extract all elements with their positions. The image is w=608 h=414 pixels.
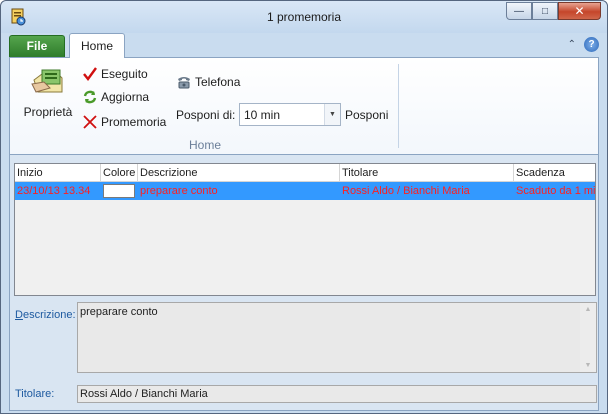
- cell-descrizione: preparare conto: [140, 185, 218, 197]
- close-icon[interactable]: ✕: [558, 2, 601, 20]
- posponi-dropdown[interactable]: 10 min ▼: [239, 103, 341, 126]
- table-row[interactable]: 23/10/13 13.34 preparare conto Rossi Ald…: [15, 182, 595, 200]
- maximize-icon[interactable]: □: [532, 2, 558, 20]
- descrizione-label-rest: escrizione:: [22, 309, 76, 321]
- refresh-icon: [83, 90, 97, 104]
- titolare-value: Rossi Aldo / Bianchi Maria: [80, 388, 208, 400]
- scroll-up-icon[interactable]: ▲: [580, 306, 596, 313]
- descrizione-scrollbar[interactable]: ▲ ▼: [580, 303, 596, 372]
- cell-titolare: Rossi Aldo / Bianchi Maria: [342, 185, 470, 197]
- descrizione-label-accesskey: D: [15, 309, 23, 321]
- descrizione-textarea[interactable]: preparare conto ▲ ▼: [77, 302, 597, 373]
- column-header-colore[interactable]: Colore: [101, 164, 138, 182]
- posponi-value: 10 min: [244, 108, 281, 122]
- title-bar[interactable]: 1 promemoria — □ ✕: [1, 1, 607, 33]
- phone-icon: [178, 77, 190, 89]
- column-header-scadenza[interactable]: Scadenza: [514, 164, 595, 182]
- telefona-button[interactable]: Telefona: [176, 72, 240, 92]
- ribbon-group-divider: [398, 64, 399, 148]
- aggiorna-label: Aggiorna: [101, 90, 150, 104]
- descrizione-value: preparare conto: [80, 306, 158, 318]
- proprieta-button[interactable]: Proprietà: [16, 66, 80, 126]
- posponi-di-label: Posponi di:: [176, 108, 236, 122]
- reminders-grid[interactable]: Inizio Colore Descrizione Titolare Scade…: [14, 163, 596, 296]
- cell-inizio: 23/10/13 13.34: [17, 185, 91, 197]
- grid-header: Inizio Colore Descrizione Titolare Scade…: [15, 164, 595, 182]
- telefona-label: Telefona: [195, 75, 241, 89]
- help-icon[interactable]: ?: [584, 37, 599, 52]
- eseguito-button[interactable]: Eseguito: [82, 64, 148, 84]
- app-window: 1 promemoria — □ ✕ File Home ⌃ ? Proprie…: [0, 0, 608, 414]
- column-header-descrizione[interactable]: Descrizione: [138, 164, 340, 182]
- proprieta-label: Proprietà: [23, 105, 73, 119]
- promemoria-label: Promemoria: [101, 115, 167, 129]
- ribbon-home-panel: Proprietà Eseguito Aggiorna Promemoria T…: [9, 57, 599, 155]
- promemoria-button[interactable]: Promemoria: [82, 112, 166, 132]
- cross-icon: [83, 115, 97, 129]
- tab-file[interactable]: File: [9, 35, 65, 57]
- cell-scadenza: Scaduto da 1 mi: [516, 185, 595, 197]
- content-area: Inizio Colore Descrizione Titolare Scade…: [9, 155, 599, 411]
- properties-icon: [31, 69, 63, 93]
- ribbon-group-label: Home: [188, 138, 221, 152]
- minimize-icon[interactable]: —: [506, 2, 532, 20]
- chevron-down-icon[interactable]: ▼: [324, 104, 340, 125]
- titolare-label: Titolare:: [15, 388, 55, 400]
- aggiorna-button[interactable]: Aggiorna: [82, 87, 149, 107]
- scroll-down-icon[interactable]: ▼: [580, 362, 596, 369]
- cell-colore-swatch: [103, 184, 135, 198]
- checkmark-icon: [83, 67, 97, 81]
- collapse-ribbon-icon[interactable]: ⌃: [568, 39, 576, 50]
- column-header-titolare[interactable]: Titolare: [340, 164, 514, 182]
- tab-home[interactable]: Home: [69, 33, 125, 58]
- descrizione-label: Descrizione:: [15, 309, 76, 321]
- column-header-inizio[interactable]: Inizio: [15, 164, 101, 182]
- eseguito-label: Eseguito: [101, 67, 148, 81]
- titolare-field[interactable]: Rossi Aldo / Bianchi Maria: [77, 385, 597, 403]
- posponi-button[interactable]: Posponi: [345, 108, 388, 122]
